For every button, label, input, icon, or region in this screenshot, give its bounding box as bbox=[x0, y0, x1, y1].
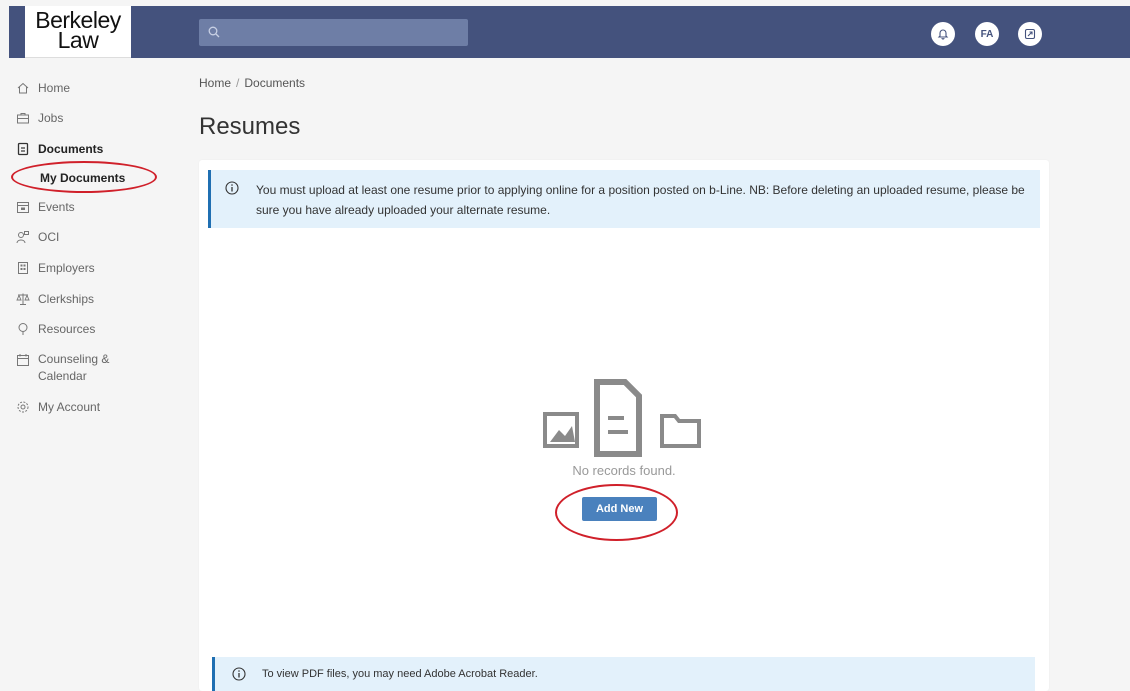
documents-icon bbox=[17, 142, 29, 156]
berkeley-law-logo[interactable]: Berkeley Law bbox=[25, 6, 131, 58]
sidebar-item-employers[interactable]: Employers bbox=[16, 261, 95, 275]
calendar-icon bbox=[17, 354, 29, 366]
sidebar-item-label: OCI bbox=[38, 230, 60, 244]
sidebar-item-oci[interactable]: OCI bbox=[16, 230, 59, 244]
avatar[interactable]: FA bbox=[975, 22, 999, 46]
building-icon bbox=[18, 262, 28, 274]
briefcase-icon bbox=[17, 113, 29, 124]
alert-text: You must upload at least one resume prio… bbox=[256, 183, 1025, 217]
search-input[interactable] bbox=[199, 19, 468, 46]
info-icon bbox=[225, 181, 239, 195]
documents-card: You must upload at least one resume prio… bbox=[199, 160, 1049, 691]
sidebar-item-label-line2: Calendar bbox=[38, 369, 87, 383]
home-icon bbox=[17, 82, 29, 94]
search-icon bbox=[208, 26, 220, 38]
sidebar-item-label: Resources bbox=[38, 322, 96, 336]
oci-icon bbox=[16, 231, 29, 244]
document-file-icon bbox=[594, 379, 642, 457]
sidebar-item-resources[interactable]: Resources bbox=[16, 322, 95, 336]
breadcrumb-home[interactable]: Home bbox=[199, 76, 231, 90]
scales-icon bbox=[16, 293, 30, 305]
top-navbar bbox=[9, 6, 1130, 58]
sidebar-item-my-account[interactable]: My Account bbox=[16, 400, 100, 414]
folder-icon bbox=[660, 414, 701, 448]
sidebar-item-label: Clerkships bbox=[38, 292, 95, 306]
annotation-circle-my-documents bbox=[11, 161, 157, 193]
annotation-circle-add-new bbox=[555, 484, 678, 541]
sidebar-item-events[interactable]: Events bbox=[16, 200, 75, 214]
sidebar-item-label: Home bbox=[38, 81, 71, 95]
logo-line2: Law bbox=[57, 27, 99, 53]
sidebar-item-documents[interactable]: Documents bbox=[16, 142, 103, 156]
sidebar-item-jobs[interactable]: Jobs bbox=[16, 111, 63, 125]
info-icon bbox=[232, 667, 246, 681]
sidebar-item-label: Documents bbox=[38, 142, 104, 156]
breadcrumb-current: Documents bbox=[244, 76, 306, 90]
sidebar-item-label: Jobs bbox=[38, 111, 64, 125]
external-link-icon[interactable] bbox=[1018, 22, 1042, 46]
sidebar-item-counseling-calendar[interactable]: Counseling & Calendar bbox=[16, 352, 110, 385]
resume-info-alert: You must upload at least one resume prio… bbox=[208, 170, 1040, 228]
sidebar-item-label: Counseling & bbox=[38, 352, 110, 366]
image-file-icon bbox=[543, 412, 579, 448]
calendar-icon bbox=[17, 202, 29, 213]
no-records-message: No records found. bbox=[572, 463, 676, 478]
no-documents-illustration bbox=[543, 379, 701, 457]
breadcrumb-separator: / bbox=[236, 76, 240, 90]
bell-icon[interactable] bbox=[931, 22, 955, 46]
breadcrumb: Home / Documents bbox=[199, 76, 305, 90]
gear-icon bbox=[17, 401, 29, 413]
lightbulb-icon bbox=[18, 323, 28, 335]
pdf-info-alert: To view PDF files, you may need Adobe Ac… bbox=[212, 657, 1035, 691]
page-title: Resumes bbox=[199, 113, 301, 140]
sidebar-item-label: Employers bbox=[38, 261, 95, 275]
sidebar-item-label: Events bbox=[38, 200, 75, 214]
sidebar-item-label: My Account bbox=[38, 400, 101, 414]
sidebar-item-home[interactable]: Home bbox=[16, 81, 70, 95]
avatar-initials: FA bbox=[980, 28, 994, 40]
pdf-alert-text: To view PDF files, you may need Adobe Ac… bbox=[262, 668, 538, 680]
sidebar-item-clerkships[interactable]: Clerkships bbox=[16, 292, 94, 306]
